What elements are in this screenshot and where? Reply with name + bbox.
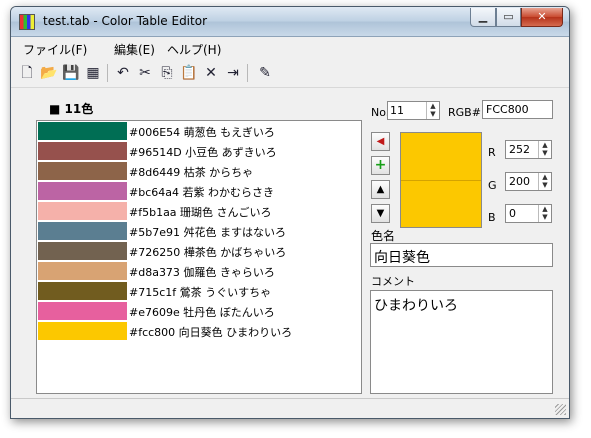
color-name-value: 向日葵色 bbox=[374, 250, 430, 266]
color-swatch bbox=[38, 222, 127, 240]
b-stepper[interactable]: 0 ▲ ▼ bbox=[505, 204, 552, 223]
add-color-button[interactable]: + bbox=[371, 156, 390, 175]
list-item[interactable]: #bc64a4 若紫 わかむらさき bbox=[37, 181, 361, 201]
resize-grip-icon[interactable] bbox=[555, 404, 566, 415]
color-list[interactable]: #006E54 萌葱色 もえぎいろ #96514D 小豆色 あずきいろ #8d6… bbox=[36, 120, 362, 394]
minimize-button[interactable]: ▁ bbox=[470, 8, 496, 27]
menu-help[interactable]: ヘルプ(H) bbox=[167, 41, 221, 58]
g-value: 200 bbox=[509, 175, 530, 188]
list-item-label: #006E54 萌葱色 もえぎいろ bbox=[129, 126, 275, 139]
list-item[interactable]: #96514D 小豆色 あずきいろ bbox=[37, 141, 361, 161]
palette-icon[interactable]: ▦ bbox=[83, 63, 103, 83]
comment-field[interactable]: ひまわりいろ bbox=[370, 290, 553, 394]
list-item[interactable]: #8d6449 枯茶 からちゃ bbox=[37, 161, 361, 181]
list-item[interactable]: #f5b1aa 珊瑚色 さんごいろ bbox=[37, 201, 361, 221]
color-swatch bbox=[38, 322, 127, 340]
list-item-label: #e7609e 牡丹色 ぼたんいろ bbox=[129, 306, 275, 319]
copy-icon[interactable]: ⎘ bbox=[157, 63, 177, 83]
r-spin-buttons[interactable]: ▲ ▼ bbox=[538, 141, 551, 158]
list-item[interactable]: #715c1f 鶯茶 うぐいすちゃ bbox=[37, 281, 361, 301]
list-item-label: #5b7e91 舛花色 ますはないろ bbox=[129, 226, 286, 239]
list-item[interactable]: #726250 樺茶色 かばちゃいろ bbox=[37, 241, 361, 261]
color-swatch bbox=[38, 302, 127, 320]
window-title: test.tab - Color Table Editor bbox=[43, 14, 207, 28]
maximize-button[interactable]: ▭ bbox=[496, 8, 521, 27]
list-item-label: #96514D 小豆色 あずきいろ bbox=[129, 146, 277, 159]
list-item[interactable]: #fcc800 向日葵色 ひまわりいろ bbox=[37, 321, 361, 341]
comment-label: コメント bbox=[371, 275, 415, 288]
list-item-label: #bc64a4 若紫 わかむらさき bbox=[129, 186, 274, 199]
toolbar-separator bbox=[107, 64, 108, 82]
r-value: 252 bbox=[509, 143, 530, 156]
list-item-label: #715c1f 鶯茶 うぐいすちゃ bbox=[129, 286, 272, 299]
r-label: R bbox=[488, 146, 496, 159]
color-preview bbox=[400, 132, 482, 228]
new-file-icon[interactable]: 🗋 bbox=[17, 63, 37, 83]
g-spin-buttons[interactable]: ▲ ▼ bbox=[538, 173, 551, 190]
app-window: test.tab - Color Table Editor ▁ ▭ ✕ ファイル… bbox=[10, 6, 570, 419]
close-button[interactable]: ✕ bbox=[521, 8, 563, 27]
menu-bar: ファイル(F) 編集(E) ヘルプ(H) bbox=[11, 38, 569, 58]
toolbar: 🗋 📂 💾 ▦ ↶ ✂ ⎘ 📋 ✕ ⇥ ✎ bbox=[11, 58, 569, 88]
number-stepper[interactable]: 11 ▲ ▼ bbox=[387, 101, 440, 120]
move-up-button[interactable]: ▲ bbox=[371, 180, 390, 199]
color-swatch bbox=[38, 142, 127, 160]
number-spin-buttons[interactable]: ▲ ▼ bbox=[426, 102, 439, 119]
color-swatch bbox=[38, 122, 127, 140]
rgb-hex-value: FCC800 bbox=[486, 103, 529, 116]
menu-file[interactable]: ファイル(F) bbox=[23, 41, 87, 58]
rgb-label: RGB# bbox=[448, 106, 481, 119]
g-label: G bbox=[488, 179, 497, 192]
color-name-field[interactable]: 向日葵色 bbox=[370, 243, 553, 267]
undo-icon[interactable]: ↶ bbox=[113, 63, 133, 83]
list-item-label: #8d6449 枯茶 からちゃ bbox=[129, 166, 254, 179]
preview-current bbox=[401, 180, 481, 227]
move-down-button[interactable]: ▼ bbox=[371, 204, 390, 223]
app-icon bbox=[19, 14, 35, 30]
b-value: 0 bbox=[509, 207, 516, 220]
rgb-hex-input[interactable]: FCC800 bbox=[482, 100, 553, 119]
r-stepper[interactable]: 252 ▲ ▼ bbox=[505, 140, 552, 159]
list-item-label: #f5b1aa 珊瑚色 さんごいろ bbox=[129, 206, 272, 219]
title-bar[interactable]: test.tab - Color Table Editor ▁ ▭ ✕ bbox=[11, 7, 569, 37]
eyedropper-icon[interactable]: ✎ bbox=[255, 63, 275, 83]
save-icon[interactable]: 💾 bbox=[61, 63, 81, 83]
color-count: ■ 11色 bbox=[49, 102, 94, 116]
paste-icon[interactable]: 📋 bbox=[179, 63, 199, 83]
color-name-label: 色名 bbox=[371, 229, 396, 243]
status-bar bbox=[11, 398, 569, 418]
color-swatch bbox=[38, 282, 127, 300]
list-item[interactable]: #5b7e91 舛花色 ますはないろ bbox=[37, 221, 361, 241]
comment-value: ひまわりいろ bbox=[374, 298, 458, 314]
list-item[interactable]: #d8a373 伽羅色 きゃらいろ bbox=[37, 261, 361, 281]
number-value: 11 bbox=[390, 104, 404, 117]
color-swatch bbox=[38, 202, 127, 220]
color-swatch bbox=[38, 262, 127, 280]
g-stepper[interactable]: 200 ▲ ▼ bbox=[505, 172, 552, 191]
b-label: B bbox=[488, 211, 496, 224]
toolbar-separator bbox=[247, 64, 248, 82]
insert-left-button[interactable]: ◀ bbox=[371, 132, 390, 151]
list-item-label: #d8a373 伽羅色 きゃらいろ bbox=[129, 266, 275, 279]
export-icon[interactable]: ⇥ bbox=[223, 63, 243, 83]
preview-original bbox=[401, 133, 481, 180]
color-swatch bbox=[38, 242, 127, 260]
color-swatch bbox=[38, 182, 127, 200]
cut-icon[interactable]: ✂ bbox=[135, 63, 155, 83]
list-item-label: #726250 樺茶色 かばちゃいろ bbox=[129, 246, 287, 259]
list-item[interactable]: #006E54 萌葱色 もえぎいろ bbox=[37, 121, 361, 141]
b-spin-buttons[interactable]: ▲ ▼ bbox=[538, 205, 551, 222]
delete-icon[interactable]: ✕ bbox=[201, 63, 221, 83]
open-folder-icon[interactable]: 📂 bbox=[39, 63, 59, 83]
color-swatch bbox=[38, 162, 127, 180]
list-item-label: #fcc800 向日葵色 ひまわりいろ bbox=[129, 326, 293, 339]
menu-edit[interactable]: 編集(E) bbox=[114, 41, 155, 58]
list-item[interactable]: #e7609e 牡丹色 ぼたんいろ bbox=[37, 301, 361, 321]
